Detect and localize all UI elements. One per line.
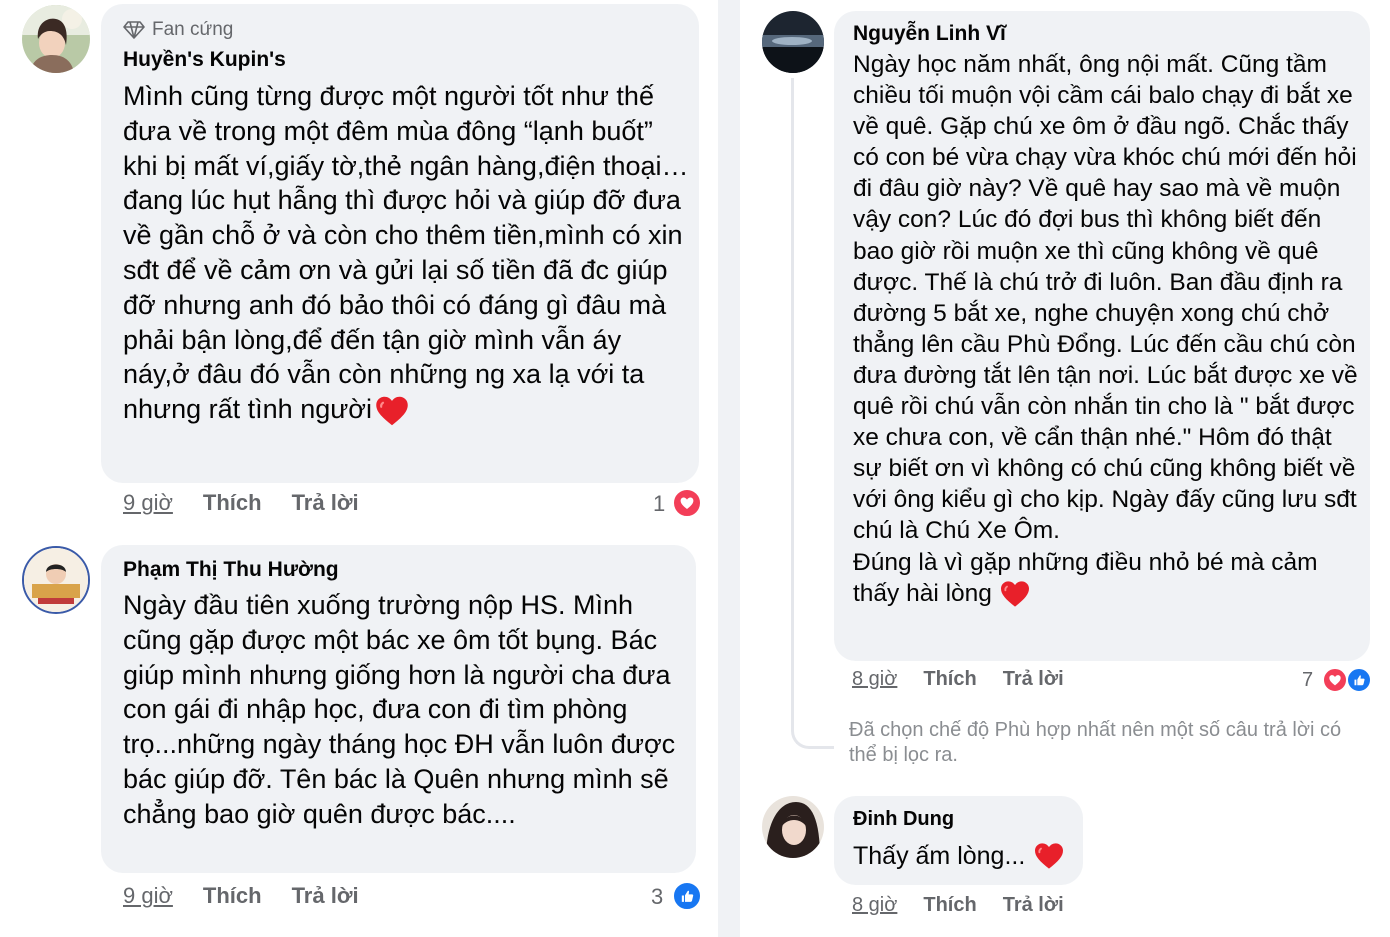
- author-name[interactable]: Phạm Thị Thu Hường: [123, 558, 339, 582]
- heart-emoji-icon: [999, 578, 1031, 610]
- like-reaction-icon[interactable]: [1346, 667, 1372, 693]
- like-button[interactable]: Thích: [923, 894, 976, 917]
- comment-text: Ngày đầu tiên xuống trường nộp HS. Mình …: [123, 590, 676, 829]
- reply-button[interactable]: Trả lời: [1003, 894, 1064, 917]
- timestamp-link[interactable]: 8 giờ: [852, 668, 897, 691]
- comment-text: Mình cũng từng được một người tốt như th…: [123, 79, 693, 429]
- comment-text-body: Thấy ấm lòng...: [853, 841, 1026, 870]
- heart-emoji-icon: [374, 393, 410, 429]
- comment-text-extra: Đúng là vì gặp những điều nhỏ bé mà cảm …: [853, 547, 1363, 611]
- comment-actions: 8 giờ Thích Trả lời: [852, 668, 1064, 691]
- heart-reaction-icon[interactable]: [672, 488, 702, 518]
- timestamp-link[interactable]: 9 giờ: [123, 490, 173, 516]
- fan-badge[interactable]: Fan cứng: [123, 17, 233, 43]
- author-name[interactable]: Đinh Dung: [853, 808, 954, 831]
- comment-text-body: Ngày học năm nhất, ông nội mất. Cũng tầm…: [853, 51, 1358, 545]
- like-button[interactable]: Thích: [203, 490, 262, 516]
- like-button[interactable]: Thích: [923, 668, 976, 691]
- reaction-count[interactable]: 3: [651, 884, 663, 910]
- filter-note: Đã chọn chế độ Phù hợp nhất nên một số c…: [849, 719, 1342, 766]
- like-button[interactable]: Thích: [203, 883, 262, 909]
- comment-text-body: Mình cũng từng được một người tốt như th…: [123, 81, 689, 425]
- comment-actions: 8 giờ Thích Trả lời: [852, 894, 1064, 917]
- comment-text: Thấy ấm lòng...: [853, 840, 1065, 872]
- reply-button[interactable]: Trả lời: [292, 883, 359, 909]
- avatar[interactable]: [22, 546, 90, 614]
- reply-thread-line: [791, 78, 834, 749]
- reply-button[interactable]: Trả lời: [292, 490, 359, 516]
- badge-label: Fan cứng: [152, 19, 234, 40]
- reply-button[interactable]: Trả lời: [1003, 668, 1064, 691]
- reaction-count[interactable]: 1: [653, 491, 665, 517]
- avatar[interactable]: [762, 11, 824, 73]
- avatar[interactable]: [762, 796, 824, 858]
- diamond-icon: [123, 20, 145, 40]
- column-divider: [718, 0, 740, 937]
- avatar[interactable]: [22, 5, 90, 73]
- like-reaction-icon[interactable]: [672, 881, 702, 911]
- comment-actions: 9 giờ Thích Trả lời: [123, 490, 359, 516]
- timestamp-link[interactable]: 8 giờ: [852, 894, 897, 917]
- timestamp-link[interactable]: 9 giờ: [123, 883, 173, 909]
- reaction-count[interactable]: 7: [1302, 669, 1313, 692]
- heart-emoji-icon: [1033, 840, 1065, 872]
- heart-reaction-icon[interactable]: [1322, 667, 1348, 693]
- comment-text: Ngày học năm nhất, ông nội mất. Cũng tầm…: [853, 49, 1363, 610]
- author-name[interactable]: Huyền's Kupin's: [123, 48, 286, 72]
- comment-actions: 9 giờ Thích Trả lời: [123, 883, 359, 909]
- author-name[interactable]: Nguyễn Linh Vĩ: [853, 22, 1006, 46]
